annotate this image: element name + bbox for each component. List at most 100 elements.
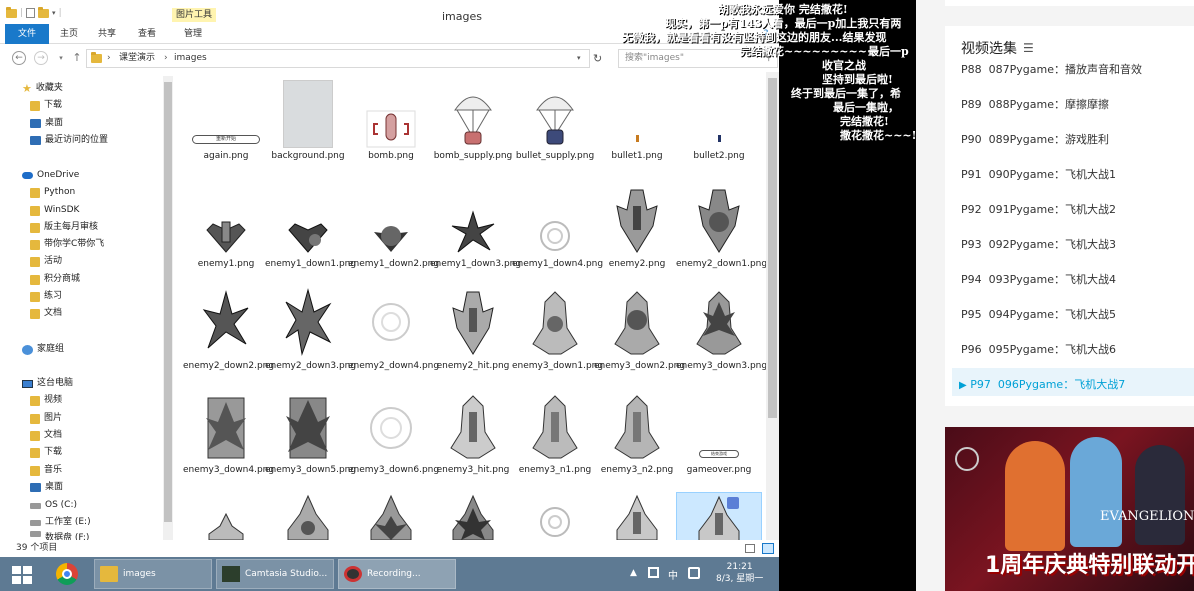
chevron-down-icon[interactable]: ▾ <box>52 9 56 17</box>
tab-file[interactable]: 文件 <box>5 24 49 44</box>
nav-item-recent[interactable]: 最近访问的位置 <box>30 132 108 149</box>
nav-item-drive-f[interactable]: 数据盘 (F:) <box>30 531 89 540</box>
ad-banner[interactable]: EVANGELION 1周年庆典特别联动开 <box>945 427 1194 591</box>
file-item[interactable]: enemy1_down3.png <box>430 180 521 270</box>
taskbar-btn-images[interactable]: images <box>94 559 212 589</box>
nav-item-clearn[interactable]: 带你学C带你飞 <box>30 236 104 253</box>
playlist-item-active[interactable]: ▶ P97 096Pygame：飞机大战7 <box>959 376 1125 392</box>
clock[interactable]: 21:21 8/3, 星期一 <box>716 561 763 585</box>
file-item[interactable]: enemy3_n2.png <box>594 388 680 476</box>
forward-icon[interactable]: → <box>34 51 48 65</box>
playlist-item[interactable]: P96 095Pygame：飞机大战6 <box>961 341 1116 357</box>
tab-manage[interactable]: 管理 <box>176 24 210 44</box>
taskbar-btn-camtasia[interactable]: Camtasia Studio... <box>216 559 334 589</box>
file-item[interactable]: enemy3_down3.png <box>676 284 766 372</box>
playlist-item[interactable]: P90 089Pygame：游戏胜利 <box>961 131 1109 147</box>
playlist-item[interactable]: P93 092Pygame：飞机大战3 <box>961 236 1116 252</box>
chrome-icon[interactable] <box>56 563 78 585</box>
nav-item-activity[interactable]: 活动 <box>30 253 62 270</box>
back-icon[interactable]: ← <box>12 51 26 65</box>
action-center-icon[interactable] <box>648 567 659 578</box>
list-icon[interactable]: ☰ <box>1023 41 1034 55</box>
file-item[interactable]: bullet1.png <box>594 80 680 162</box>
nav-item-desktop[interactable]: 桌面 <box>30 115 63 132</box>
nav-item-documents[interactable]: 文档 <box>30 427 62 444</box>
file-item[interactable] <box>265 492 351 540</box>
file-item[interactable]: enemy2_down1.png <box>676 180 766 270</box>
playlist-item[interactable]: P94 093Pygame：飞机大战4 <box>961 271 1116 287</box>
ime-options-icon[interactable] <box>688 567 700 579</box>
nav-item-practice[interactable]: 练习 <box>30 288 62 305</box>
playlist-item[interactable]: P89 088Pygame：摩擦摩擦 <box>961 96 1109 112</box>
nav-item-points[interactable]: 积分商城 <box>30 271 80 288</box>
file-item[interactable] <box>430 492 516 540</box>
large-icons-view-icon[interactable] <box>762 543 774 554</box>
file-item[interactable]: enemy2_hit.png <box>430 284 516 372</box>
details-view-icon[interactable] <box>745 544 755 553</box>
file-item[interactable]: bullet2.png <box>676 80 762 162</box>
content-scrollbar-thumb[interactable] <box>768 78 777 418</box>
playlist-item[interactable]: P91 090Pygame：飞机大战1 <box>961 166 1116 182</box>
file-item[interactable]: enemy3_down6.png <box>348 388 439 476</box>
file-item[interactable]: enemy1_down1.png <box>265 180 356 270</box>
nav-scrollbar-thumb[interactable] <box>164 82 172 522</box>
nav-item-docs[interactable]: 文档 <box>30 305 62 322</box>
nav-item-music[interactable]: 音乐 <box>30 462 62 479</box>
file-item[interactable] <box>594 492 680 540</box>
nav-item-review[interactable]: 版主每月审核 <box>30 219 98 236</box>
nav-thispc[interactable]: 这台电脑 <box>22 375 73 392</box>
nav-onedrive[interactable]: OneDrive <box>22 167 79 184</box>
nav-favorites[interactable]: ★ 收藏夹 <box>22 80 63 97</box>
file-item[interactable]: 结束游戏 gameover.png <box>676 388 762 476</box>
file-item[interactable]: 重新开始 again.png <box>183 80 269 162</box>
address-box[interactable]: › 课堂演示 › images ▾ <box>86 49 590 68</box>
breadcrumb-item[interactable]: images <box>174 50 207 67</box>
refresh-icon[interactable]: ↻ <box>593 52 602 65</box>
tab-share[interactable]: 共享 <box>90 24 124 44</box>
file-item[interactable]: enemy3_down2.png <box>594 284 685 372</box>
nav-item-pc-desktop[interactable]: 桌面 <box>30 479 63 496</box>
file-item[interactable]: enemy2_down4.png <box>348 284 439 372</box>
playlist-item[interactable]: P88 087Pygame：播放声音和音效 <box>961 61 1142 77</box>
nav-homegroup[interactable]: 家庭组 <box>22 341 64 358</box>
file-item[interactable] <box>183 492 269 540</box>
file-item[interactable]: enemy3_down4.png <box>183 388 274 476</box>
file-item[interactable]: bullet_supply.png <box>512 80 598 162</box>
tab-home[interactable]: 主页 <box>52 24 86 44</box>
file-item[interactable]: enemy1.png <box>183 180 269 270</box>
ime-indicator[interactable]: 中 <box>668 567 678 582</box>
nav-item-pictures[interactable]: 图片 <box>30 410 62 427</box>
windows-start-icon[interactable] <box>12 566 32 584</box>
properties-icon[interactable] <box>26 8 36 18</box>
file-item[interactable]: bomb.png <box>348 80 434 162</box>
nav-item-drive-e[interactable]: 工作室 (E:) <box>30 514 91 531</box>
nav-item-downloads[interactable]: 下载 <box>30 97 62 114</box>
nav-item-videos[interactable]: 视频 <box>30 392 62 409</box>
file-item[interactable]: enemy3_down5.png <box>265 388 356 476</box>
chevron-down-icon[interactable]: ▾ <box>577 50 581 67</box>
file-item-selected[interactable] <box>676 492 762 540</box>
file-item[interactable]: enemy2_down3.png <box>265 284 356 372</box>
tray-arrow-icon[interactable]: ▲ <box>630 568 637 578</box>
file-item[interactable] <box>348 492 434 540</box>
nav-item-pc-downloads[interactable]: 下载 <box>30 444 62 461</box>
taskbar-btn-recording[interactable]: Recording... <box>338 559 456 589</box>
breadcrumb-item[interactable]: 课堂演示 <box>119 50 155 67</box>
nav-item-winsdk[interactable]: WinSDK <box>30 202 79 219</box>
tab-view[interactable]: 查看 <box>130 24 164 44</box>
playlist-item[interactable]: P92 091Pygame：飞机大战2 <box>961 201 1116 217</box>
file-item[interactable]: enemy1_down2.png <box>348 180 439 270</box>
file-item[interactable] <box>512 492 598 540</box>
nav-item-drive-c[interactable]: OS (C:) <box>30 497 77 514</box>
file-item[interactable]: bomb_supply.png <box>430 80 516 162</box>
file-item[interactable]: enemy3_n1.png <box>512 388 598 476</box>
playlist-item[interactable]: P95 094Pygame：飞机大战5 <box>961 306 1116 322</box>
file-item[interactable]: enemy1_down4.png <box>512 180 603 270</box>
file-item[interactable]: background.png <box>265 80 351 162</box>
nav-item-python[interactable]: Python <box>30 184 75 201</box>
file-item[interactable]: enemy2_down2.png <box>183 284 274 372</box>
file-item[interactable]: enemy2.png <box>594 180 680 270</box>
file-item[interactable]: enemy3_down1.png <box>512 284 603 372</box>
up-icon[interactable]: ↑ <box>70 51 84 65</box>
recent-locations-icon[interactable]: ▾ <box>54 51 68 65</box>
